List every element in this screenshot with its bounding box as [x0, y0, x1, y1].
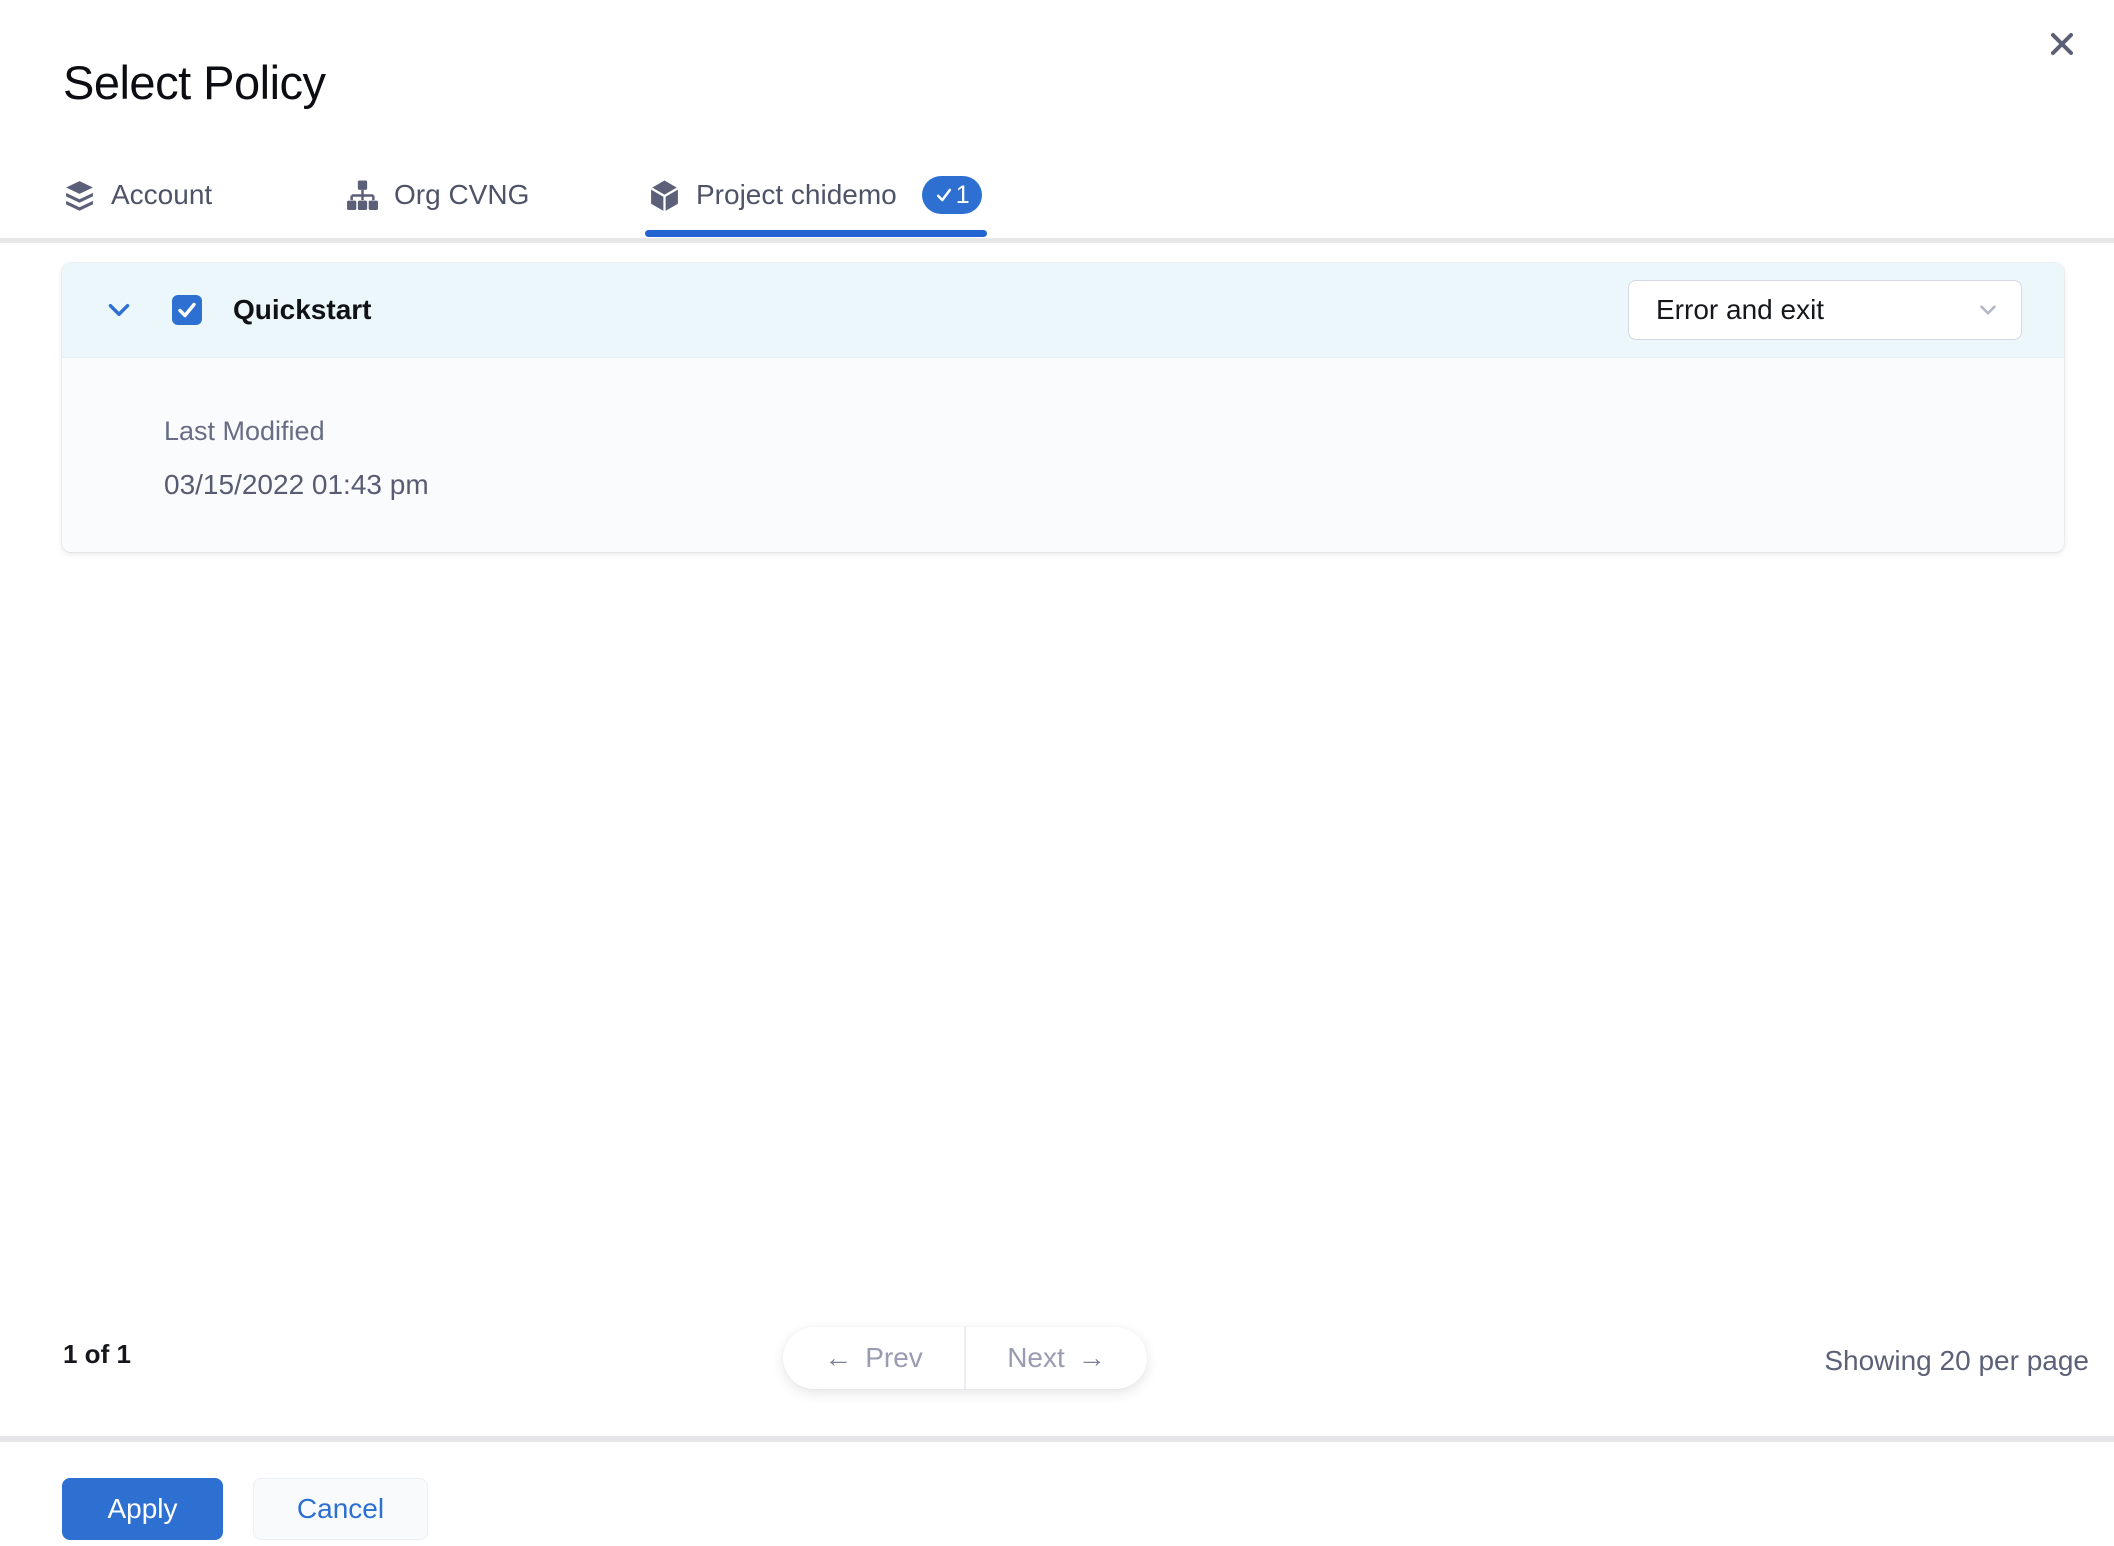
- tabs-divider: [0, 238, 2114, 243]
- last-modified-label: Last Modified: [164, 416, 325, 446]
- tab-account[interactable]: Account: [63, 166, 212, 224]
- policy-action-value: Error and exit: [1656, 294, 1825, 325]
- policy-details: Last Modified 03/15/2022 01:43 pm: [62, 358, 2064, 501]
- tab-account-label: Account: [111, 179, 213, 210]
- page-info: 1 of 1: [63, 1339, 131, 1369]
- arrow-left-icon: ←: [824, 1342, 853, 1373]
- policy-checkbox[interactable]: [172, 295, 202, 325]
- tab-org-cvng-label: Org CVNG: [394, 179, 530, 210]
- select-policy-dialog: Select Policy Account Org CVNG Project c: [0, 0, 2114, 1546]
- prev-label: Prev: [865, 1342, 923, 1373]
- close-icon: [2051, 33, 2073, 55]
- badge-count: 1: [955, 180, 970, 209]
- cube-icon: [650, 180, 679, 211]
- close-button[interactable]: [2040, 22, 2084, 66]
- chevron-down-icon: [108, 304, 130, 316]
- next-label: Next: [1007, 1342, 1065, 1373]
- policy-card: Quickstart Error and exit Last Modified …: [62, 263, 2064, 552]
- prev-page-button[interactable]: ← Prev: [783, 1327, 966, 1389]
- apply-button[interactable]: Apply: [62, 1478, 223, 1540]
- page-title: Select Policy: [63, 56, 326, 109]
- policy-action-select[interactable]: Error and exit: [1628, 280, 2022, 340]
- checkmark-icon: [178, 302, 196, 318]
- last-modified-value: 03/15/2022 01:43 pm: [164, 469, 429, 500]
- policy-row[interactable]: Quickstart Error and exit: [62, 263, 2064, 358]
- select-chevron-down-icon: [1980, 305, 1996, 315]
- pager: ← Prev Next →: [783, 1327, 1147, 1389]
- per-page-info: Showing 20 per page: [1824, 1345, 2089, 1376]
- footer-divider: [0, 1436, 2114, 1442]
- collapse-row-button[interactable]: [102, 293, 136, 327]
- check-icon: [936, 188, 951, 202]
- arrow-right-icon: →: [1077, 1342, 1106, 1373]
- hierarchy-icon: [347, 180, 378, 210]
- policy-name: Quickstart: [233, 294, 372, 325]
- active-tab-indicator: [645, 230, 987, 237]
- tab-project-chidemo-label: Project chidemo: [696, 179, 897, 210]
- tab-project-chidemo[interactable]: Project chidemo 1: [648, 166, 982, 224]
- selected-count-badge: 1: [921, 176, 982, 214]
- next-page-button[interactable]: Next →: [966, 1327, 1147, 1389]
- layers-icon: [66, 180, 93, 211]
- cancel-button[interactable]: Cancel: [253, 1478, 428, 1540]
- tab-org-cvng[interactable]: Org CVNG: [346, 166, 529, 224]
